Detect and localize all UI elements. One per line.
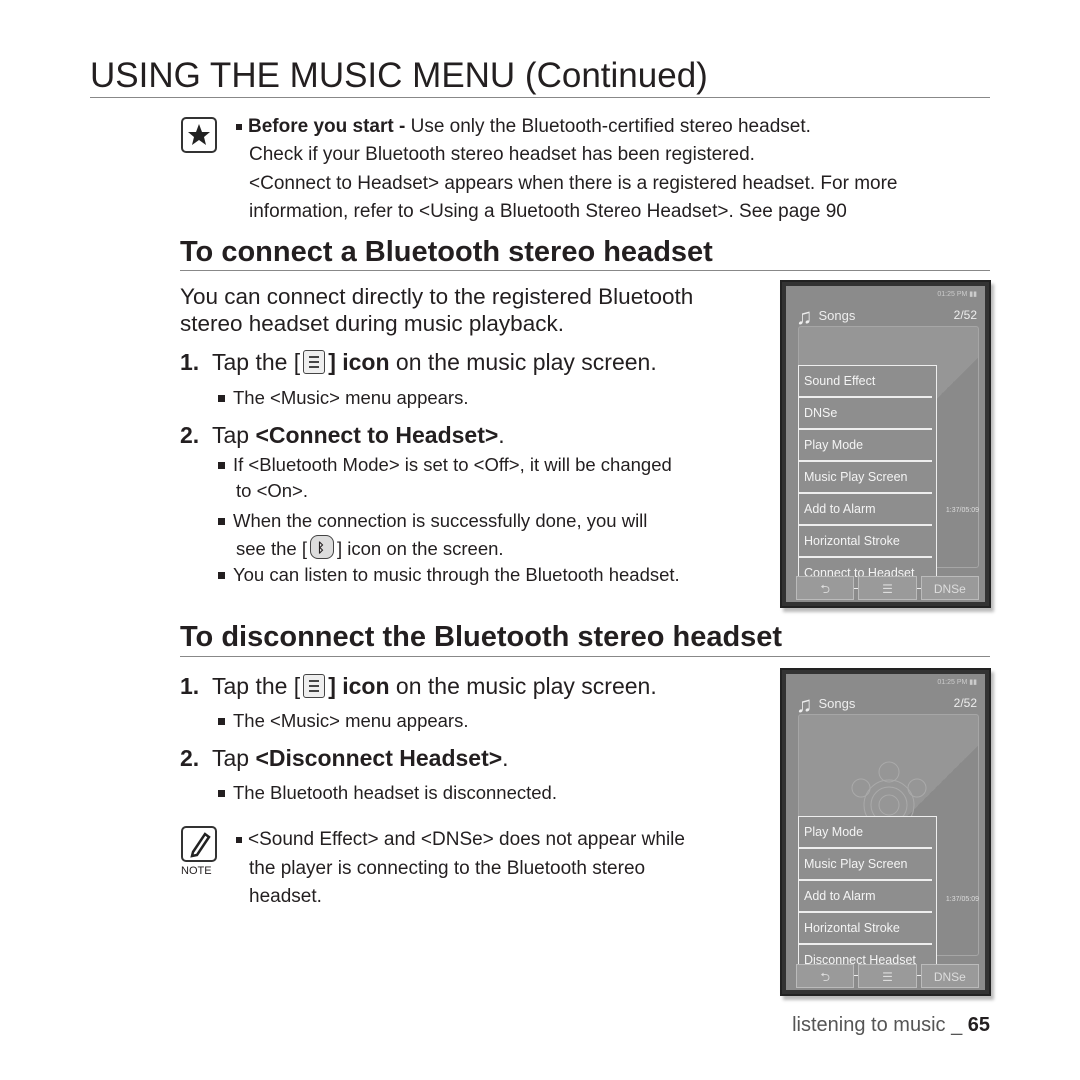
- menu-item[interactable]: Add to Alarm: [799, 494, 932, 526]
- back-button[interactable]: ⮌: [796, 576, 855, 600]
- menu-button[interactable]: ☰: [858, 964, 917, 988]
- note-bottom-line-1: <Sound Effect> and <DNSe> does not appea…: [236, 829, 685, 851]
- connect-step-2: 2. Tap <Connect to Headset>.: [180, 422, 505, 448]
- note-line-1: Before you start - Use only the Bluetoot…: [236, 116, 811, 138]
- menu-item[interactable]: Horizontal Stroke: [799, 913, 932, 945]
- note-line-2: Check if your Bluetooth stereo headset h…: [249, 144, 755, 165]
- device-screenshot-connect: 01:25 PM ▮▮ ♫ Songs 2/52 1:37/05:09 Sound…: [780, 280, 991, 608]
- bluetooth-headset-icon: ᛒ: [309, 535, 334, 559]
- back-button[interactable]: ⮌: [796, 964, 855, 988]
- menu-item[interactable]: Sound Effect: [799, 366, 932, 398]
- status-bar: 01:25 PM ▮▮: [937, 679, 977, 686]
- intro-line-1: You can connect directly to the register…: [180, 284, 694, 309]
- dnse-button[interactable]: DNSe: [920, 576, 979, 600]
- album-art-circles-icon: [851, 761, 927, 820]
- disconnect-step-1-bullet: The <Music> menu appears.: [218, 710, 469, 732]
- menu-item[interactable]: Play Mode: [799, 817, 932, 849]
- bullet-connection-done: When the connection is successfully done…: [218, 510, 647, 532]
- menu-item[interactable]: Play Mode: [799, 430, 932, 462]
- disconnect-rule: [180, 656, 990, 657]
- bullet-connection-done-cont: see the [ᛒ] icon on the screen.: [236, 535, 504, 560]
- menu-button[interactable]: ☰: [858, 576, 917, 600]
- menu-icon: [303, 350, 326, 374]
- star-note-icon: [181, 117, 217, 153]
- menu-icon: [303, 674, 326, 698]
- connect-step-1-bullet: The <Music> menu appears.: [218, 387, 469, 409]
- connect-rule: [180, 270, 990, 271]
- disconnect-step-1: 1. Tap the [] icon on the music play scr…: [180, 673, 657, 699]
- title-rule: [90, 97, 990, 98]
- track-count: 2/52: [953, 308, 977, 322]
- page-footer: listening to music _ 65: [792, 1014, 990, 1036]
- note-bottom-line-3: headset.: [249, 886, 322, 907]
- pencil-note-icon: [181, 826, 217, 862]
- dnse-button[interactable]: DNSe: [920, 964, 979, 988]
- bottom-buttons: ⮌ ☰ DNSe: [796, 576, 979, 600]
- note-line-4: information, refer to <Using a Bluetooth…: [249, 201, 847, 222]
- menu-item[interactable]: DNSe: [799, 398, 932, 430]
- manual-page: USING THE MUSIC MENU (Continued) Before …: [0, 0, 1080, 1080]
- device-screenshot-disconnect: 01:25 PM ▮▮ ♫ Songs 2/52 1:37/05:09 Play …: [780, 668, 991, 996]
- disconnect-step-2-bullet: The Bluetooth headset is disconnected.: [218, 782, 557, 804]
- menu-item[interactable]: Music Play Screen: [799, 849, 932, 881]
- menu-item[interactable]: Music Play Screen: [799, 462, 932, 494]
- bullet-listen: You can listen to music through the Blue…: [218, 564, 680, 586]
- music-menu: Play Mode Music Play Screen Add to Alarm…: [798, 816, 937, 976]
- progress-time: 1:37/05:09: [945, 507, 979, 514]
- menu-item[interactable]: Horizontal Stroke: [799, 526, 932, 558]
- bullet-bluetooth-mode-cont: to <On>.: [236, 480, 308, 501]
- music-menu: Sound Effect DNSe Play Mode Music Play S…: [798, 365, 937, 589]
- status-bar: 01:25 PM ▮▮: [937, 291, 977, 298]
- intro-line-2: stereo headset during music playback.: [180, 311, 564, 336]
- note-line-3: <Connect to Headset> appears when there …: [249, 173, 898, 194]
- progress-time: 1:37/05:09: [945, 896, 979, 903]
- disconnect-step-2: 2. Tap <Disconnect Headset>.: [180, 745, 509, 771]
- note-label: NOTE: [181, 865, 212, 877]
- menu-item[interactable]: Add to Alarm: [799, 881, 932, 913]
- page-title: USING THE MUSIC MENU (Continued): [90, 56, 708, 95]
- disconnect-heading: To disconnect the Bluetooth stereo heads…: [180, 621, 783, 653]
- note-bottom-line-2: the player is connecting to the Bluetoot…: [249, 858, 646, 879]
- track-count: 2/52: [953, 696, 977, 710]
- bullet-bluetooth-mode: If <Bluetooth Mode> is set to <Off>, it …: [218, 454, 672, 476]
- connect-step-1: 1. Tap the [] icon on the music play scr…: [180, 349, 657, 375]
- bottom-buttons: ⮌ ☰ DNSe: [796, 964, 979, 988]
- connect-heading: To connect a Bluetooth stereo headset: [180, 236, 713, 268]
